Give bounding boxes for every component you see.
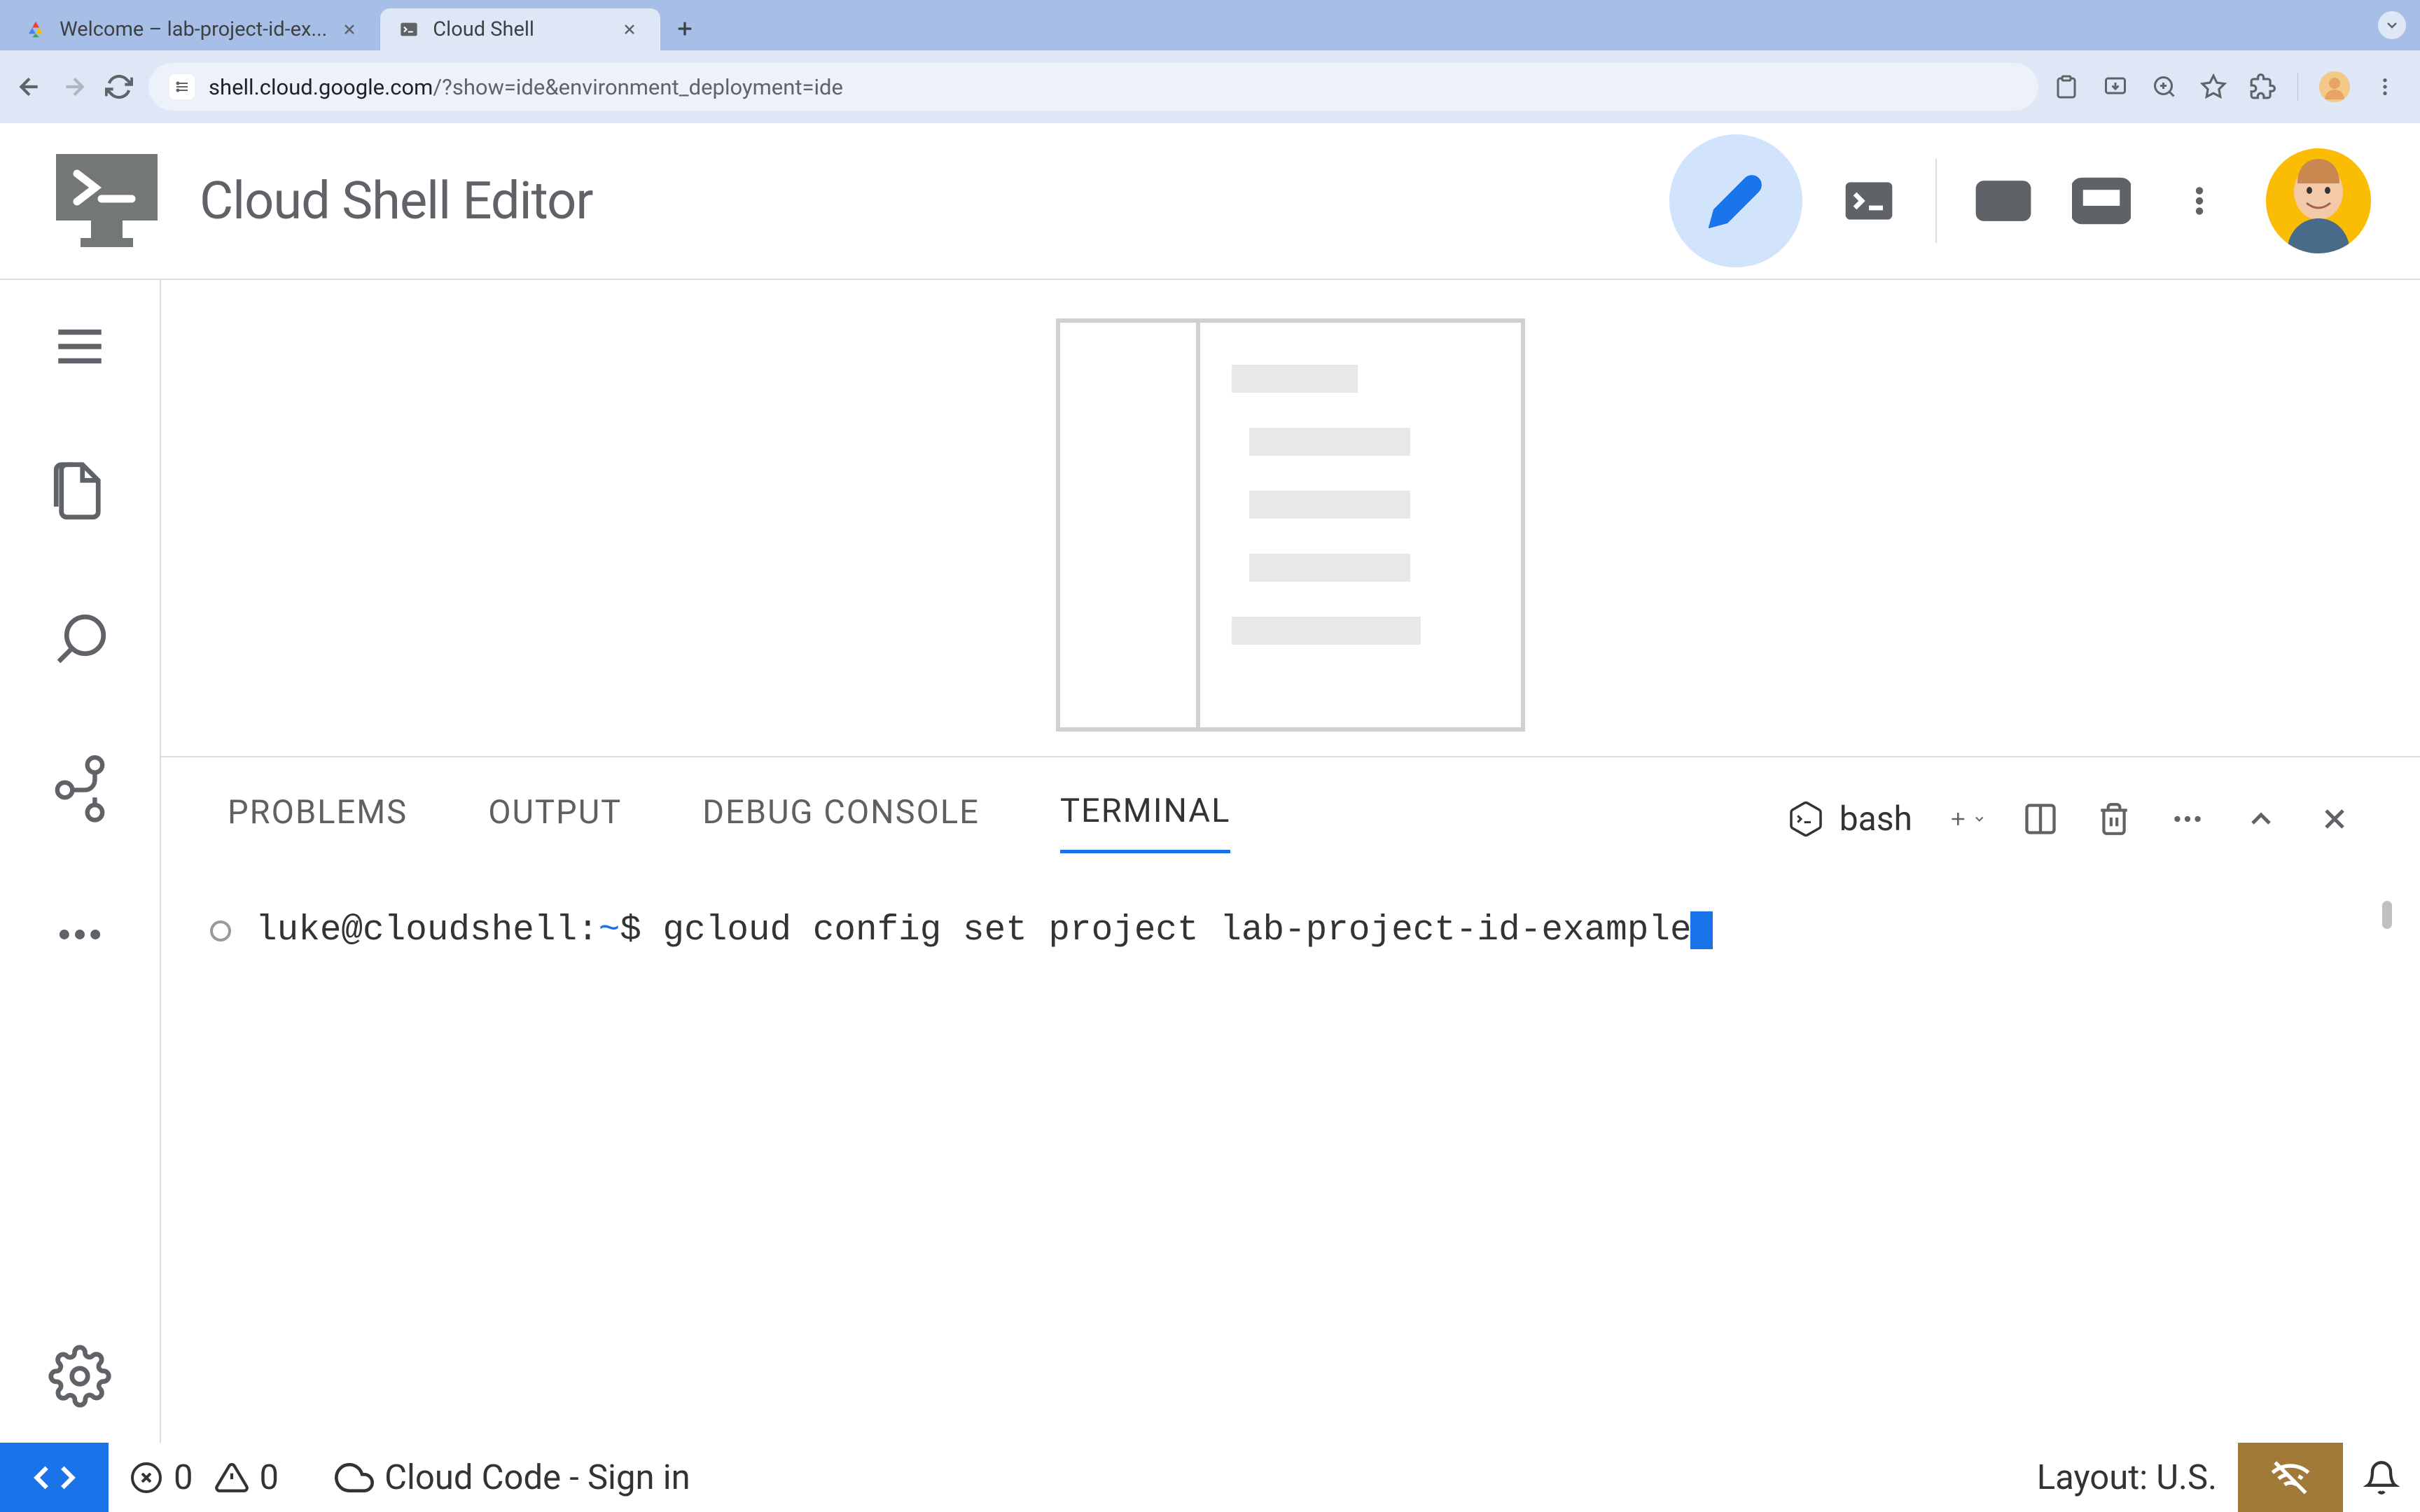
preview-button[interactable]	[1972, 169, 2035, 232]
tab-debug-console[interactable]: DEBUG CONSOLE	[702, 786, 980, 851]
activity-bar	[0, 280, 161, 1443]
tab-title: Cloud Shell	[433, 18, 607, 41]
shell-favicon-icon	[398, 18, 420, 41]
open-window-button[interactable]	[2070, 169, 2133, 232]
extensions-icon[interactable]	[2248, 73, 2276, 101]
notifications-button[interactable]	[2343, 1443, 2420, 1512]
editor-area[interactable]	[161, 280, 2420, 756]
more-options-button[interactable]	[2168, 169, 2231, 232]
browser-tab-active[interactable]: Cloud Shell	[380, 8, 660, 50]
scrollbar[interactable]	[2382, 901, 2392, 929]
warnings-indicator[interactable]: 0	[214, 1457, 300, 1497]
explorer-button[interactable]	[48, 462, 111, 525]
search-button[interactable]	[48, 609, 111, 672]
terminal-profile[interactable]: bash	[1786, 799, 1912, 839]
status-plugin-button[interactable]	[2238, 1443, 2343, 1512]
tab-title: Welcome – lab-project-id-ex...	[60, 18, 327, 41]
reload-button[interactable]	[104, 71, 134, 102]
gcp-favicon-icon	[25, 18, 47, 41]
warnings-count: 0	[260, 1457, 279, 1497]
back-button[interactable]	[14, 71, 45, 102]
shell-header: Cloud Shell Editor	[0, 123, 2420, 280]
tab-problems[interactable]: PROBLEMS	[228, 786, 408, 851]
errors-count: 0	[174, 1457, 193, 1497]
bottom-panel: PROBLEMS OUTPUT DEBUG CONSOLE TERMINAL b…	[161, 756, 2420, 1443]
forward-button[interactable]	[59, 71, 90, 102]
url-input[interactable]: shell.cloud.google.com/?show=ide&environ…	[148, 63, 2038, 111]
editor-mode-button[interactable]	[1669, 134, 1802, 267]
remote-button[interactable]	[0, 1443, 109, 1512]
close-icon[interactable]	[340, 20, 359, 39]
profile-avatar[interactable]	[2319, 71, 2350, 102]
tab-overflow-button[interactable]	[2378, 11, 2406, 39]
split-terminal-button[interactable]	[2021, 799, 2059, 838]
status-bar: 0 0 Cloud Code - Sign in Layout: U.S.	[0, 1443, 2420, 1512]
main-content: PROBLEMS OUTPUT DEBUG CONSOLE TERMINAL b…	[0, 280, 2420, 1443]
keyboard-layout[interactable]: Layout: U.S.	[2016, 1457, 2238, 1497]
cloud-code-label: Cloud Code - Sign in	[384, 1457, 690, 1497]
menu-button[interactable]	[48, 315, 111, 378]
editor-placeholder-icon	[1056, 318, 1525, 732]
user-avatar[interactable]	[2266, 148, 2371, 253]
close-icon[interactable]	[620, 20, 639, 39]
errors-indicator[interactable]: 0	[109, 1457, 214, 1497]
close-panel-button[interactable]	[2315, 799, 2353, 838]
bookmark-star-icon[interactable]	[2199, 73, 2227, 101]
panel-tabs: PROBLEMS OUTPUT DEBUG CONSOLE TERMINAL b…	[161, 757, 2420, 859]
kill-terminal-button[interactable]	[2094, 799, 2133, 838]
url-text: shell.cloud.google.com/?show=ide&environ…	[209, 74, 843, 100]
site-info-icon[interactable]	[169, 74, 195, 99]
settings-gear-button[interactable]	[48, 1345, 111, 1408]
browser-tab[interactable]: Welcome – lab-project-id-ex...	[7, 8, 380, 50]
terminal-status-icon	[210, 920, 231, 941]
cloud-code-signin[interactable]: Cloud Code - Sign in	[300, 1457, 711, 1497]
more-views-button[interactable]	[48, 903, 111, 966]
divider	[1935, 159, 1937, 243]
terminal-body[interactable]: luke@cloudshell:~$ gcloud config set pro…	[161, 859, 2420, 1443]
tab-terminal[interactable]: TERMINAL	[1060, 785, 1230, 853]
new-tab-button[interactable]	[671, 15, 699, 43]
layout-label: Layout: U.S.	[2037, 1457, 2217, 1497]
more-actions-button[interactable]	[2168, 799, 2206, 838]
terminal-shell-name: bash	[1840, 799, 1912, 839]
browser-tab-bar: Welcome – lab-project-id-ex... Cloud She…	[0, 0, 2420, 50]
maximize-panel-button[interactable]	[2241, 799, 2280, 838]
terminal-mode-button[interactable]	[1837, 169, 1900, 232]
cursor	[1690, 911, 1713, 949]
address-bar: shell.cloud.google.com/?show=ide&environ…	[0, 50, 2420, 123]
more-menu-icon[interactable]	[2371, 73, 2399, 101]
clipboard-icon[interactable]	[2052, 73, 2080, 101]
install-icon[interactable]	[2101, 73, 2129, 101]
source-control-button[interactable]	[48, 756, 111, 819]
new-terminal-button[interactable]	[1947, 799, 1986, 838]
page-title: Cloud Shell Editor	[200, 171, 592, 232]
zoom-icon[interactable]	[2150, 73, 2178, 101]
terminal-prompt: luke@cloudshell:~$ gcloud config set pro…	[256, 904, 1713, 958]
cloud-shell-logo-icon	[56, 154, 158, 248]
tab-output[interactable]: OUTPUT	[488, 786, 622, 851]
